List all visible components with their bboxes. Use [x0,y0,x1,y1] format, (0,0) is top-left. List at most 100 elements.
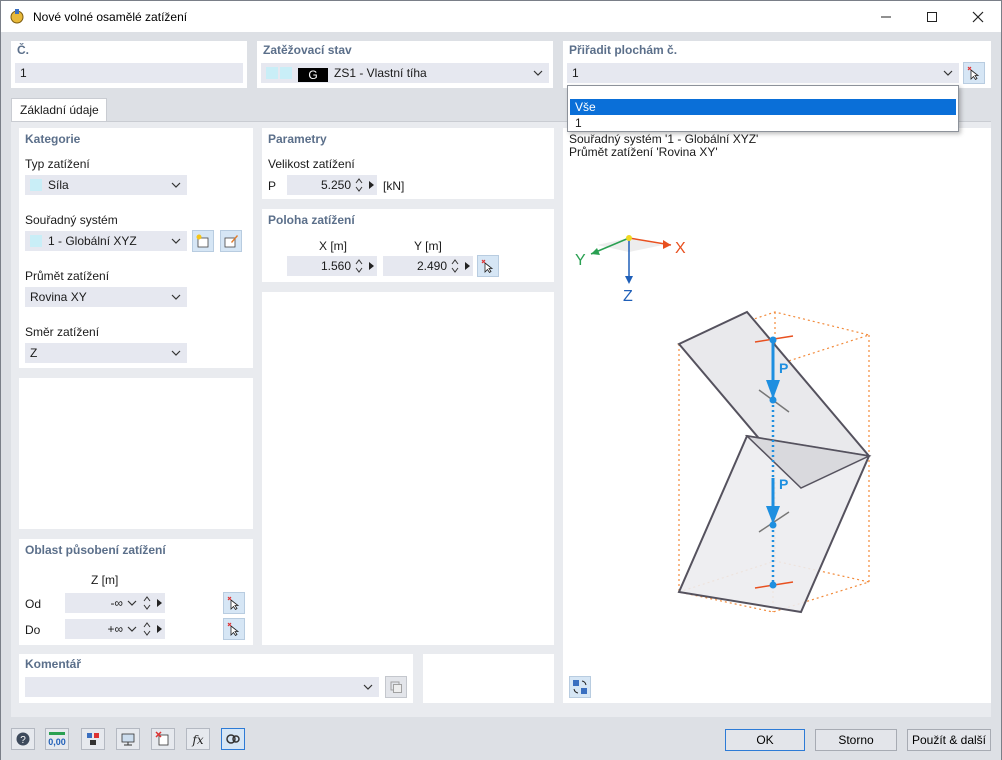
direction-label: Směr zatížení [25,325,100,339]
chevron-down-icon [171,294,181,300]
category-panel: Kategorie Typ zatížení Síla Souřadný sys… [19,128,253,368]
minimize-icon[interactable] [863,1,909,32]
to-input[interactable]: +∞ [65,619,165,639]
load-case-panel: Zatěžovací stav G ZS1 - Vlastní tíha [257,41,553,88]
direction-select[interactable]: Z [25,343,187,363]
close-icon[interactable] [955,1,1001,32]
rotate-view-icon [573,680,587,694]
expand-arrow-icon[interactable] [369,181,374,189]
magnitude-input[interactable]: 5.250 [287,175,377,195]
clear-icon[interactable] [151,728,175,750]
spinner-icon[interactable] [355,258,363,274]
settings-icon[interactable] [221,728,245,750]
load-label-2: P [779,476,788,492]
expand-arrow-icon[interactable] [465,262,470,270]
magnitude-label: Velikost zatížení [268,157,355,171]
expand-arrow-icon[interactable] [369,262,374,270]
pick-to-button[interactable] [223,618,245,640]
origin-point [626,235,632,241]
spinner-icon[interactable] [143,595,151,611]
projection-label: Průmět zatížení [25,269,110,283]
chevron-down-icon [363,684,373,690]
coord-system-select[interactable]: 1 - Globální XYZ [25,231,187,251]
dropdown-option-all[interactable]: Vše [570,99,956,115]
pick-cursor-icon [227,596,240,610]
dropdown-option-1[interactable]: 1 [570,115,956,131]
decimal-places-icon[interactable]: 0,00 [45,728,69,750]
spinner-icon[interactable] [451,258,459,274]
comment-library-button[interactable] [385,676,407,698]
comment-label: Komentář [25,657,82,671]
pick-cursor-icon [481,259,494,273]
z-axis-arrowhead [625,276,633,284]
to-label: Do [25,623,41,637]
comment-panel: Komentář [19,654,413,703]
empty-panel-middle [262,292,554,645]
expand-arrow-icon[interactable] [157,599,162,607]
copy-icon [390,681,402,693]
preview-view-button[interactable] [569,676,591,698]
maximize-icon[interactable] [909,1,955,32]
x-header: X [m] [319,239,348,253]
from-value: -∞ [110,596,123,610]
load-point-4 [769,581,777,589]
number-input[interactable]: 1 [15,63,243,83]
load-case-value: ZS1 - Vlastní tíha [334,66,427,80]
from-label: Od [25,597,42,611]
help-icon[interactable]: ? [11,728,35,750]
expand-arrow-icon[interactable] [157,625,162,633]
units-icon[interactable] [81,728,105,750]
select-surfaces-pick-button[interactable] [963,62,985,84]
ok-button[interactable]: OK [725,729,805,751]
chevron-down-icon [171,182,181,188]
load-area-panel: Oblast působení zatížení Z [m] Od -∞ Do … [19,539,253,645]
model-view-icon[interactable] [116,728,140,750]
y-input[interactable]: 2.490 [383,256,473,276]
axis-x-label: X [675,240,686,257]
chevron-down-icon [127,600,137,606]
coord-system-swatch [30,235,42,247]
edit-coord-system-button[interactable] [220,230,242,252]
chevron-down-icon [171,350,181,356]
category-title: Kategorie [25,132,81,146]
svg-text:0,00: 0,00 [48,737,66,747]
formula-icon[interactable]: fx [186,728,210,750]
assign-surfaces-label: Přiřadit plochám č. [569,43,678,57]
load-type-label: Typ zatížení [25,157,90,171]
y-header: Y [m] [414,239,442,253]
empty-panel-left [19,378,253,529]
magnitude-symbol: P [268,179,277,193]
projection-select[interactable]: Rovina XY [25,287,187,307]
pick-cursor-icon [227,622,240,636]
load-label-1: P [779,360,788,376]
load-case-select[interactable]: G ZS1 - Vlastní tíha [261,63,549,83]
empty-panel-comment-right [423,654,554,703]
dialog-window: Nové volné osamělé zatížení Č. 1 Zatěžov… [0,0,1002,760]
x-input[interactable]: 1.560 [287,256,377,276]
tab-basic-data[interactable]: Základní údaje [11,98,107,122]
chevron-down-icon [943,70,953,76]
spinner-icon[interactable] [355,177,363,193]
app-icon [10,9,24,24]
x-axis-arrowhead [663,240,671,249]
cancel-button[interactable]: Storno [815,729,897,751]
assign-surfaces-select[interactable]: 1 [567,63,959,83]
y-value: 2.490 [416,259,447,273]
pick-from-button[interactable] [223,592,245,614]
load-case-color-swatch [266,67,278,79]
parameters-title: Parametry [268,132,327,146]
number-label: Č. [17,43,29,57]
load-type-swatch [30,179,42,191]
from-input[interactable]: -∞ [65,593,165,613]
pick-position-button[interactable] [477,255,499,277]
title-bar: Nové volné osamělé zatížení [1,1,1001,32]
spinner-icon[interactable] [143,621,151,637]
magnitude-value: 5.250 [320,178,351,192]
coord-system-label: Souřadný systém [25,213,118,227]
apply-next-button[interactable]: Použít & další [907,729,991,751]
new-coord-system-button[interactable] [192,230,214,252]
chevron-down-icon [127,626,137,632]
chevron-down-icon [533,70,543,76]
load-type-select[interactable]: Síla [25,175,187,195]
comment-input[interactable] [25,677,379,697]
